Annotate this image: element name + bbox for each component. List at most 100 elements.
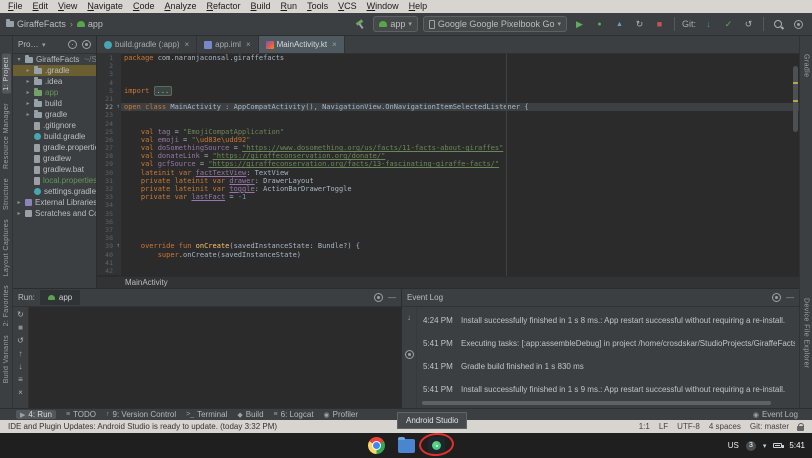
status-1-1[interactable]: 1:1 [639,422,650,431]
status-git-master[interactable]: Git: master [750,422,789,431]
gutter-line-number[interactable]: 30 [97,169,121,177]
gutter-line-number[interactable]: 1 [97,54,121,62]
run-config-select[interactable]: app ▾ [373,16,418,32]
tree-item-app[interactable]: ▸app [13,87,96,98]
tree-item-gradle[interactable]: ▸.gradle [13,65,96,76]
close-icon[interactable]: × [332,40,337,49]
tab-app-iml[interactable]: app.iml× [197,36,258,53]
run-button[interactable]: ▶ [572,16,587,32]
search-everywhere-button[interactable] [771,16,786,32]
locate-file-icon[interactable] [68,40,77,49]
tab-mainactivity-kt[interactable]: MainActivity.kt× [259,36,345,53]
gutter-line-number[interactable]: 2 [97,62,121,70]
stripe-layout-captures[interactable]: Layout Captures [3,219,10,276]
gutter-line-number[interactable]: 26 [97,136,121,144]
tree-item-external-libraries[interactable]: ▸External Libraries [13,197,96,208]
gutter-line-number[interactable]: 36 [97,218,121,226]
tree-item-scratches-and-consoles[interactable]: ▸Scratches and Consoles [13,208,96,219]
notification-badge[interactable]: 3 [746,441,756,451]
close-icon[interactable]: × [246,40,251,49]
tree-item-gradle[interactable]: ▸gradle [13,109,96,120]
editor-scrollbar[interactable] [791,54,799,276]
scroll-to-end-icon[interactable]: ↓ [407,313,411,322]
override-marker-icon[interactable]: ↑ [116,242,120,250]
menu-vcs[interactable]: VCS [333,0,362,13]
git-commit-button[interactable]: ✓ [721,16,736,32]
menu-navigate[interactable]: Navigate [82,0,128,13]
gutter-line-number[interactable]: 28 [97,152,121,160]
tree-item-giraffefacts[interactable]: ▾GiraffeFacts~/StudioProjects/GiraffeFac… [13,54,96,65]
build-hammer-button[interactable] [353,16,368,32]
stripe-gradle[interactable]: Gradle [803,54,810,77]
menu-help[interactable]: Help [404,0,433,13]
stop-button[interactable]: ■ [652,16,667,32]
menu-tools[interactable]: Tools [302,0,333,13]
event-log-settings-gear-icon[interactable] [772,293,781,302]
tree-item-build-gradle[interactable]: build.gradle [13,131,96,142]
device-select[interactable]: Google Google Pixelbook Go ▾ [423,16,567,32]
gutter-line-number[interactable]: 34 [97,201,121,209]
gutter-line-number[interactable]: 22↑ [97,103,121,111]
gutter-line-number[interactable]: 32 [97,185,121,193]
scrollbar-thumb[interactable] [793,66,798,132]
gutter-line-number[interactable]: 38 [97,234,121,242]
menu-run[interactable]: Run [276,0,303,13]
gutter-line-number[interactable]: 33 [97,193,121,201]
gutter-line-number[interactable]: 21 [97,95,121,103]
tree-item-gradlew-bat[interactable]: gradlew.bat [13,164,96,175]
clock[interactable]: 5:41 [789,441,805,450]
stripe-structure[interactable]: Structure [3,178,10,210]
gutter-line-number[interactable]: 5 [97,87,121,95]
run-tab-app[interactable]: app [40,290,80,305]
stripe-device-file-explorer[interactable]: Device File Explorer [803,298,810,369]
tree-item-settings-gradle[interactable]: settings.gradle [13,186,96,197]
tree-item-idea[interactable]: ▸.idea [13,76,96,87]
gutter-line-number[interactable]: 3 [97,70,121,78]
stripe-2-favorites[interactable]: 2: Favorites [3,285,10,326]
chrome-icon[interactable] [368,437,385,454]
hide-run-panel-icon[interactable]: — [388,293,396,302]
nav-module-crumb[interactable]: app [77,19,103,29]
tray-caret-down-icon[interactable]: ▾ [763,442,767,450]
stripe-build-variants[interactable]: Build Variants [3,335,10,383]
stop-icon[interactable]: ■ [18,323,23,333]
tree-item-build[interactable]: ▸build [13,98,96,109]
restart-activity-icon[interactable]: ↺ [17,336,24,346]
gutter-line-number[interactable]: 37 [97,226,121,234]
nav-project-crumb[interactable]: GiraffeFacts [6,19,66,29]
apply-changes-button[interactable]: ↻ [632,16,647,32]
gutter-line-number[interactable]: 42 [97,267,121,275]
override-marker-icon[interactable]: ↑ [116,103,120,111]
menu-view[interactable]: View [53,0,82,13]
keyboard-layout-indicator[interactable]: US [728,441,739,450]
rerun-icon[interactable]: ↻ [17,310,24,320]
debug-button[interactable]: ● [592,16,607,32]
menu-code[interactable]: Code [128,0,160,13]
hide-event-log-icon[interactable]: — [786,293,794,302]
tree-item-gradle-properties[interactable]: gradle.properties [13,142,96,153]
toolwindow-profiler[interactable]: ◉Profiler [324,410,358,419]
tree-item-gitignore[interactable]: .gitignore [13,120,96,131]
event-log-scrollbar[interactable] [422,401,771,405]
menu-refactor[interactable]: Refactor [202,0,246,13]
toolwindow-build[interactable]: ◆Build [237,410,263,419]
breadcrumb-item[interactable]: MainActivity [125,278,168,287]
move-up-icon[interactable]: ↑ [19,349,23,359]
profile-button[interactable]: ▲ [612,16,627,32]
menu-analyze[interactable]: Analyze [159,0,201,13]
tab-build-gradle-app[interactable]: build.gradle (:app)× [97,36,197,53]
gutter-line-number[interactable]: 25 [97,128,121,136]
status-utf-8[interactable]: UTF-8 [677,422,700,431]
toolwindow-6-logcat[interactable]: ≡6: Logcat [274,410,314,419]
event-log-wrench-icon[interactable] [405,350,414,359]
toolwindow-9-version-control[interactable]: ↑9: Version Control [106,410,176,419]
toolwindow-terminal[interactable]: >_Terminal [186,410,227,419]
readonly-lock-icon[interactable] [797,423,804,431]
code-editor[interactable]: 1package com.naranjaconsal.giraffefacts2… [97,54,799,276]
toolwindow-todo[interactable]: ≡TODO [66,410,96,419]
git-update-button[interactable]: ↓ [701,16,716,32]
run-settings-gear-icon[interactable] [374,293,383,302]
stripe-1-project[interactable]: 1: Project [2,54,11,94]
panel-settings-gear-icon[interactable] [82,40,91,49]
gutter-line-number[interactable]: 4 [97,79,121,87]
